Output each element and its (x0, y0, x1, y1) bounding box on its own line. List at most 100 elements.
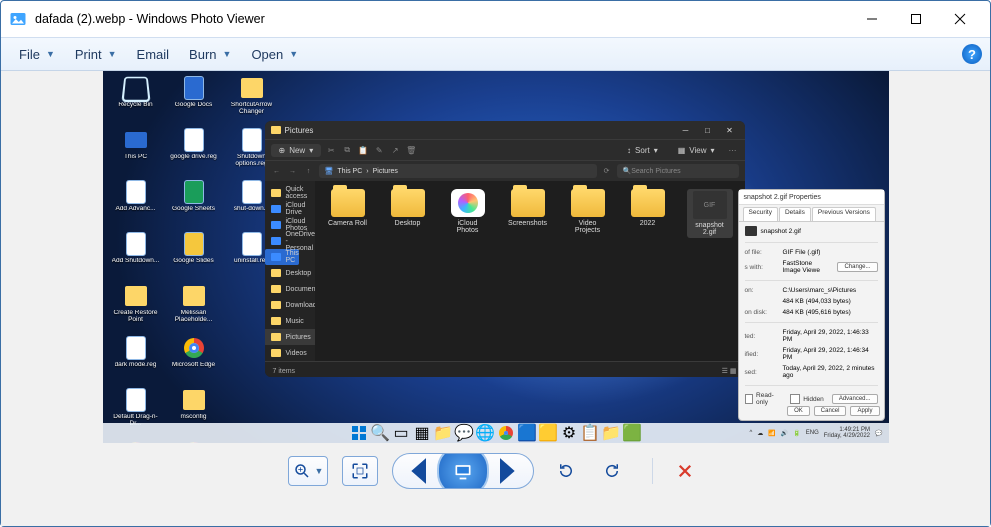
explorer-min[interactable]: ─ (677, 121, 695, 139)
delete-button[interactable] (667, 454, 703, 488)
nav-quick-access[interactable]: Quick access (265, 185, 315, 201)
file-video-projects[interactable]: Video Projects (567, 189, 609, 234)
widgets-icon[interactable]: ▦ (414, 425, 430, 441)
hidden-checkbox[interactable]: Hidden (790, 394, 824, 404)
desktop-shortcut-arrow-changer[interactable]: ShortcutArrow Changer (223, 75, 281, 127)
delete-icon[interactable]: 🗑 (405, 144, 417, 156)
menu-file[interactable]: File▼ (9, 41, 65, 67)
app1-icon[interactable]: 🟦 (519, 425, 535, 441)
file-snapshot2[interactable]: GIFsnapshot 2.gif (687, 189, 733, 238)
explorer-max[interactable]: □ (699, 121, 717, 139)
file-camera-roll[interactable]: Camera Roll (327, 189, 369, 227)
app-icon (9, 10, 27, 28)
titlebar: dafada (2).webp - Windows Photo Viewer (1, 1, 990, 37)
rotate-cw-button[interactable] (594, 454, 630, 488)
up-icon[interactable]: ↑ (303, 165, 315, 177)
tab-details[interactable]: Details (779, 207, 811, 221)
path-bar[interactable]: 🖥 This PC › Pictures (319, 164, 597, 178)
system-tray[interactable]: ^☁📶🔊🔋 ENG 1:49:21 PMFriday, 4/29/2022 💬 (749, 427, 882, 439)
explorer-icon[interactable]: 📁 (435, 425, 451, 441)
zoom-button[interactable]: ▼ (288, 456, 329, 486)
chrome-tb-icon[interactable] (498, 425, 514, 441)
explorer-titlebar: Pictures ─ □ ✕ (265, 121, 745, 139)
file-2022[interactable]: 2022 (627, 189, 669, 227)
share-icon[interactable]: ↗ (389, 144, 401, 156)
nav-pill (392, 453, 534, 489)
tab-security[interactable]: Security (743, 207, 778, 221)
desktop-google-drive[interactable]: google drive.reg (165, 127, 223, 179)
photo-viewport: Recycle BinGoogle DocsShortcutArrow Chan… (1, 71, 990, 526)
back-icon[interactable]: ← (271, 165, 283, 177)
change-button[interactable]: Change... (837, 262, 877, 272)
desktop-add-advanced[interactable]: Add Advanc... (107, 179, 165, 231)
nav-documents[interactable]: Documents (265, 281, 315, 297)
apply-button[interactable]: Apply (850, 406, 879, 416)
help-icon[interactable]: ? (962, 44, 982, 64)
slideshow-button[interactable] (437, 453, 489, 489)
search-input[interactable]: 🔍 Search Pictures (617, 164, 739, 178)
view-button[interactable]: ▦ View ▾ (670, 144, 723, 157)
app6-icon[interactable]: 🟩 (624, 425, 640, 441)
fit-button[interactable] (342, 456, 378, 486)
app2-icon[interactable]: 🟨 (540, 425, 556, 441)
app5-icon[interactable]: 📁 (603, 425, 619, 441)
prev-button[interactable] (393, 454, 437, 488)
rename-icon[interactable]: ✎ (373, 144, 385, 156)
rotate-ccw-button[interactable] (548, 454, 584, 488)
file-screenshots[interactable]: Screenshots (507, 189, 549, 227)
file-desktop[interactable]: Desktop (387, 189, 429, 227)
nav-onedrive-personal[interactable]: OneDrive - Personal (265, 233, 315, 249)
menu-open[interactable]: Open▼ (241, 41, 308, 67)
file-explorer: Pictures ─ □ ✕ ⊕ New ▾ ✂ ⧉ 📋 ✎ ↗ 🗑 ↕ Sor… (265, 121, 745, 377)
nav-pictures[interactable]: Pictures (265, 329, 315, 345)
desktop-edge[interactable]: Microsoft Edge (165, 335, 223, 387)
maximize-button[interactable] (894, 1, 938, 37)
menu-print[interactable]: Print▼ (65, 41, 127, 67)
minimize-button[interactable] (850, 1, 894, 37)
prop-created: Friday, April 29, 2022, 1:46:33 PM (783, 329, 878, 343)
menu-email[interactable]: Email (127, 41, 180, 67)
new-button[interactable]: ⊕ New ▾ (271, 144, 322, 157)
sort-button[interactable]: ↕ Sort ▾ (619, 144, 666, 157)
nav-icloud-drive[interactable]: iCloud Drive (265, 201, 315, 217)
menu-burn[interactable]: Burn▼ (179, 41, 241, 67)
tab-previous[interactable]: Previous Versions (812, 207, 876, 221)
details-view-icon[interactable]: ☰ (722, 367, 728, 375)
search-icon[interactable]: 🔍 (372, 425, 388, 441)
explorer-close[interactable]: ✕ (721, 121, 739, 139)
desktop-add-shutdown[interactable]: Add Shutdown... (107, 231, 165, 283)
cancel-button[interactable]: Cancel (814, 406, 847, 416)
desktop-google-slides[interactable]: Google Slides (165, 231, 223, 283)
copy-icon[interactable]: ⧉ (341, 144, 353, 156)
desktop-dark-mode[interactable]: dark mode.reg (107, 335, 165, 387)
nav-this-pc[interactable]: This PC (265, 249, 299, 265)
start-icon[interactable] (351, 425, 367, 441)
advanced-button[interactable]: Advanced... (832, 394, 878, 404)
desktop-google-docs[interactable]: Google Docs (165, 75, 223, 127)
taskview-icon[interactable]: ▭ (393, 425, 409, 441)
nav-music[interactable]: Music (265, 313, 315, 329)
desktop-this-pc[interactable]: This PC (107, 127, 165, 179)
readonly-checkbox[interactable]: Read-only (745, 392, 781, 406)
grid-view-icon[interactable]: ▦ (730, 367, 737, 375)
desktop-melissan[interactable]: Melissan Placeholde... (165, 283, 223, 335)
nav-desktop[interactable]: Desktop (265, 265, 315, 281)
chat-icon[interactable]: 💬 (456, 425, 472, 441)
refresh-icon[interactable]: ⟳ (601, 165, 613, 177)
cut-icon[interactable]: ✂ (325, 144, 337, 156)
edge-icon[interactable]: 🌐 (477, 425, 493, 441)
app4-icon[interactable]: 📋 (582, 425, 598, 441)
more-icon[interactable]: ⋯ (727, 144, 739, 156)
desktop-google-sheets[interactable]: Google Sheets (165, 179, 223, 231)
app3-icon[interactable]: ⚙ (561, 425, 577, 441)
desktop-recycle-bin[interactable]: Recycle Bin (107, 75, 165, 127)
paste-icon[interactable]: 📋 (357, 144, 369, 156)
file-icloud-photos[interactable]: iCloud Photos (447, 189, 489, 234)
nav-videos[interactable]: Videos (265, 345, 315, 361)
close-button[interactable] (938, 1, 982, 37)
desktop-restore-point[interactable]: Create Restore Point (107, 283, 165, 335)
nav-downloads[interactable]: Downloads (265, 297, 315, 313)
next-button[interactable] (489, 454, 533, 488)
fwd-icon[interactable]: → (287, 165, 299, 177)
ok-button[interactable]: OK (787, 406, 810, 416)
